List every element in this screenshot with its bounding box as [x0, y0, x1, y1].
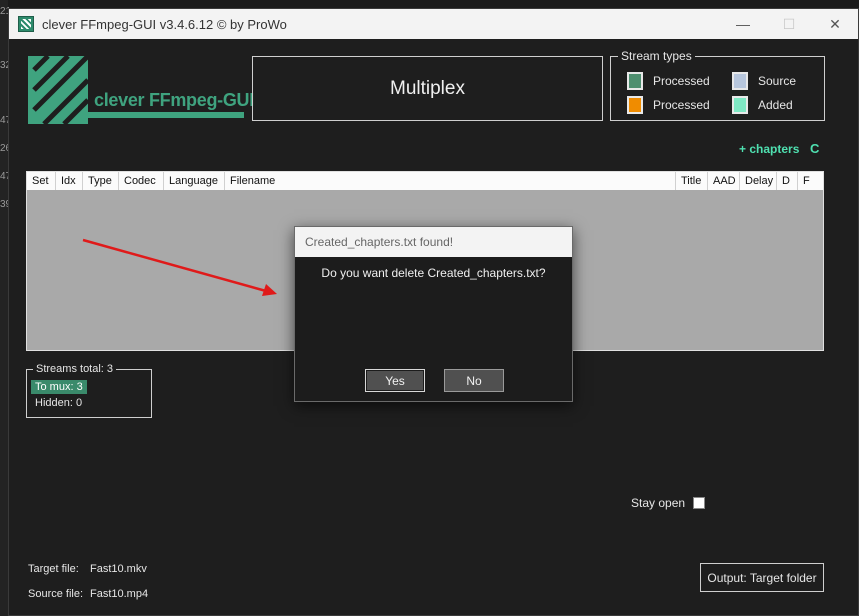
to-mux-count: To mux: 3 — [31, 380, 87, 394]
column-header-set[interactable]: Set — [27, 172, 56, 190]
target-file-row: Target file: Fast10.mkv — [28, 563, 147, 575]
window-title: clever FFmpeg-GUI v3.4.6.12 © by ProWo — [42, 16, 287, 32]
column-header-delay[interactable]: Delay — [740, 172, 777, 190]
target-file-value: Fast10.mkv — [90, 563, 147, 575]
stream-type-added: Added — [732, 96, 793, 114]
background-strip: 21 32 47 26 47 39 — [0, 0, 11, 616]
streams-total: Streams total: 3 — [33, 363, 117, 375]
column-header-aad[interactable]: AAD — [708, 172, 740, 190]
stream-types-legend: Stream types — [618, 49, 695, 63]
mode-title: Multiplex — [252, 56, 603, 121]
added-swatch — [732, 96, 748, 114]
column-header-filename[interactable]: Filename — [225, 172, 676, 190]
confirm-delete-dialog: Created_chapters.txt found! Do you want … — [294, 226, 573, 402]
app-icon — [18, 16, 34, 32]
source-swatch — [732, 72, 748, 90]
no-button[interactable]: No — [444, 369, 504, 392]
chapters-c-button[interactable]: C — [810, 141, 819, 156]
stream-type-processed: Processed — [627, 72, 710, 90]
source-file-value: Fast10.mp4 — [90, 588, 149, 600]
stream-type-source: Source — [732, 72, 796, 90]
table-header: Set Idx Type Codec Language Filename Tit… — [27, 172, 823, 190]
column-header-f[interactable]: F — [798, 172, 817, 190]
processed-orange-swatch — [627, 96, 643, 114]
stream-type-processed-2: Processed — [627, 96, 710, 114]
yes-button[interactable]: Yes — [365, 369, 425, 392]
stream-type-label: Added — [758, 98, 793, 112]
source-file-row: Source file: Fast10.mp4 — [28, 588, 148, 600]
target-file-label: Target file: — [28, 563, 79, 575]
column-header-idx[interactable]: Idx — [56, 172, 83, 190]
stay-open-option[interactable]: Stay open — [631, 496, 706, 510]
stream-type-label: Processed — [653, 98, 710, 112]
stay-open-checkbox[interactable] — [693, 497, 706, 509]
column-header-title[interactable]: Title — [676, 172, 708, 190]
column-header-type[interactable]: Type — [83, 172, 119, 190]
stream-types-panel: Stream types Processed Source Processed … — [610, 49, 825, 121]
output-target-folder-button[interactable]: Output: Target folder — [700, 563, 824, 592]
window-controls: — ☐ ✕ — [720, 9, 858, 39]
add-chapters-link[interactable]: + chapters — [739, 142, 799, 156]
column-header-codec[interactable]: Codec — [119, 172, 164, 190]
streams-summary: Streams total: 3 To mux: 3 Hidden: 0 — [26, 363, 152, 418]
stay-open-label: Stay open — [631, 496, 686, 510]
hidden-count: Hidden: 0 — [35, 397, 83, 409]
minimize-button[interactable]: — — [720, 9, 766, 39]
dialog-title[interactable]: Created_chapters.txt found! — [295, 227, 572, 257]
source-file-label: Source file: — [28, 588, 84, 600]
maximize-button[interactable]: ☐ — [766, 9, 812, 39]
dialog-message: Do you want delete Created_chapters.txt? — [321, 266, 546, 280]
logo-text: clever FFmpeg-GUI — [94, 90, 254, 110]
stream-type-label: Processed — [653, 74, 710, 88]
processed-swatch — [627, 72, 643, 90]
column-header-language[interactable]: Language — [164, 172, 225, 190]
column-header-d[interactable]: D — [777, 172, 798, 190]
title-bar[interactable]: clever FFmpeg-GUI v3.4.6.12 © by ProWo —… — [9, 9, 858, 39]
close-button[interactable]: ✕ — [812, 9, 858, 39]
stream-type-label: Source — [758, 74, 797, 88]
